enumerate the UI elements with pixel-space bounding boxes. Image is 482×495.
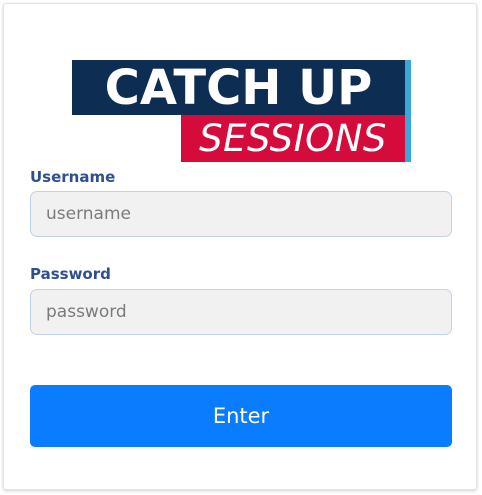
logo-line-2: SESSIONS — [199, 117, 387, 160]
logo-accent-stripe — [405, 60, 411, 162]
catch-up-sessions-logo: CATCH UP SESSIONS — [72, 60, 411, 162]
password-label: Password — [30, 265, 111, 283]
username-label: Username — [30, 168, 116, 186]
logo-line-1: CATCH UP — [104, 60, 373, 116]
logo-top-band: CATCH UP — [72, 60, 405, 116]
login-card: CATCH UP SESSIONS Username Password Ente… — [3, 3, 477, 490]
logo-bottom-band: SESSIONS — [181, 115, 405, 162]
enter-button[interactable]: Enter — [30, 385, 452, 447]
username-input[interactable] — [30, 191, 452, 237]
password-input[interactable] — [30, 289, 452, 335]
